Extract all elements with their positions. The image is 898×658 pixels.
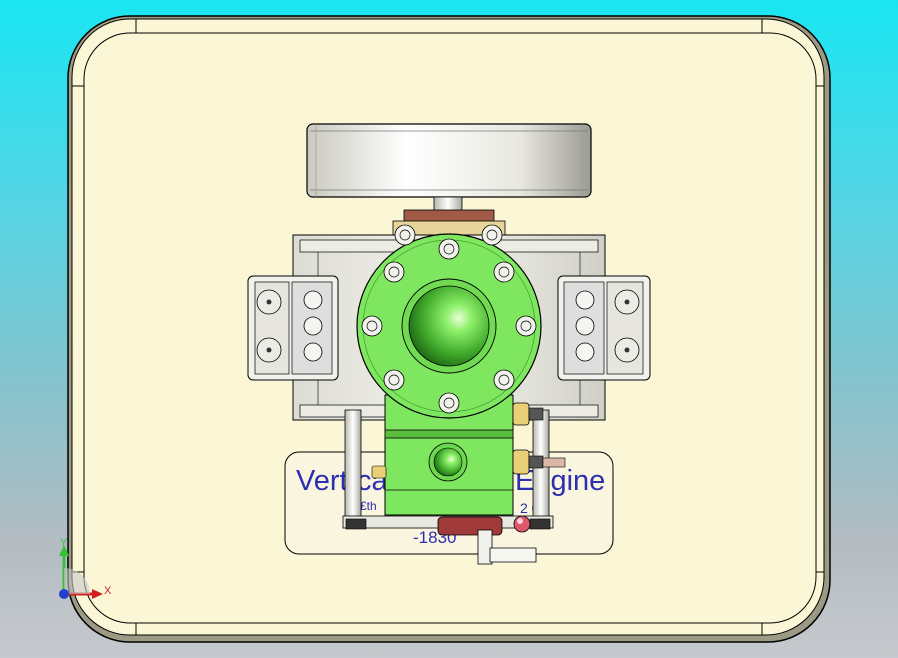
name-plate-title-left: Vert xyxy=(296,465,348,497)
flywheel[interactable] xyxy=(306,123,592,198)
triad-x-label: X xyxy=(104,585,112,597)
name-plate-sub-left: £th xyxy=(360,499,377,513)
graphics-viewport[interactable]: Vert ca Engine £th 2 0 -1830 X Y xyxy=(0,0,898,658)
cad-model-view[interactable]: Vert ca Engine £th 2 0 -1830 X Y xyxy=(0,0,898,658)
triad-y-label: Y xyxy=(60,537,68,549)
left-bearing-block[interactable] xyxy=(247,275,339,381)
right-bearing-block[interactable] xyxy=(557,275,651,381)
